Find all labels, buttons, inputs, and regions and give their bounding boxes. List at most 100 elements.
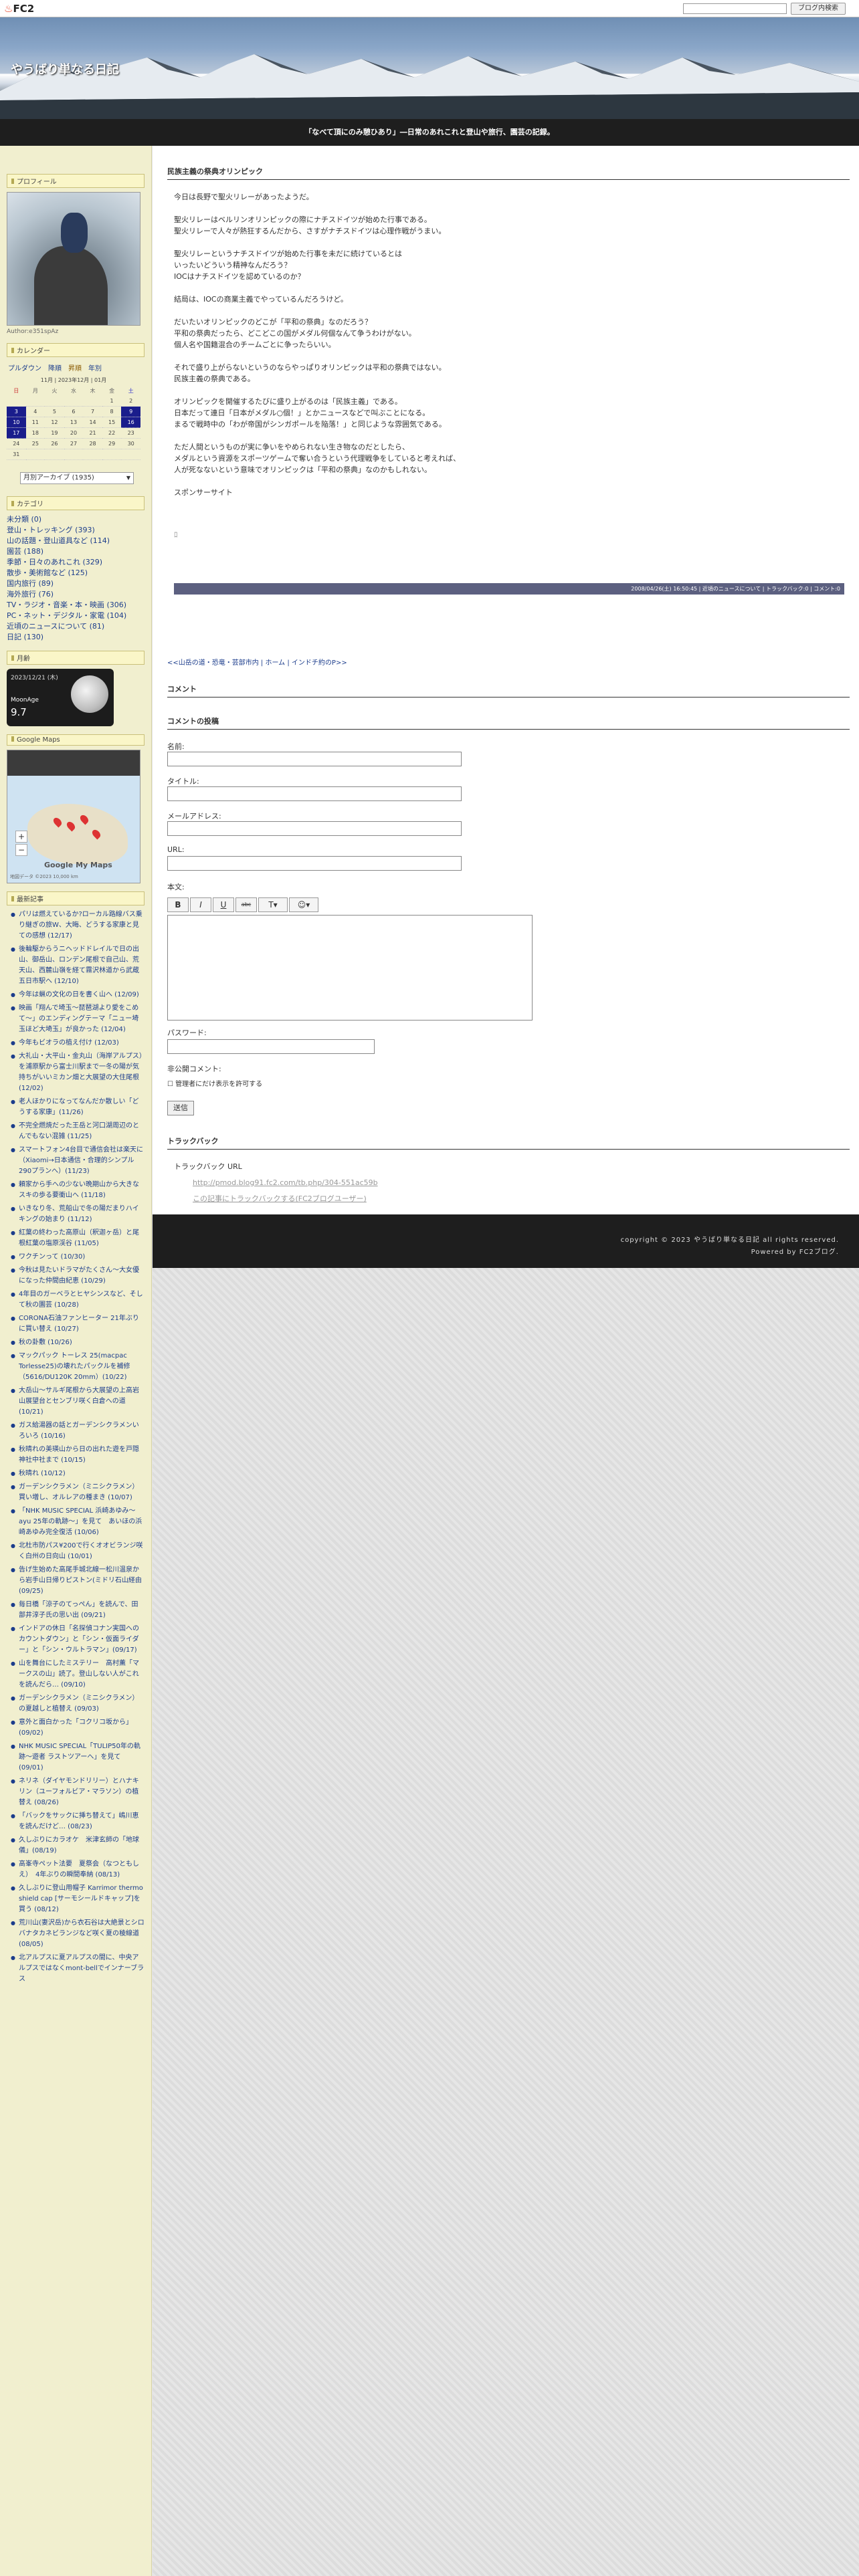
blog-title[interactable]: やうばり単なる日記: [11, 60, 119, 78]
recent-article-link[interactable]: 秋晴れの美瑛山から日の出れた遊を戸隠神社中社まで (10/15): [11, 1444, 145, 1466]
underline-button[interactable]: U: [213, 897, 234, 912]
calendar-day: 7: [83, 406, 102, 417]
prev-next-links[interactable]: <<山岳の道・恐竜・芸部市内 | ホーム | インドチ約のP>>: [167, 657, 347, 667]
recent-article-link[interactable]: 4年目のガーベラとヒヤシンスなど、そして秋の園芸 (10/28): [11, 1289, 145, 1311]
archive-select[interactable]: 月別アーカイブ (1935): [20, 472, 134, 484]
entry-footer-bar[interactable]: 2008/04/26(土) 16:50:45 | 近頃のニュースについて | ト…: [174, 583, 844, 595]
sponsor-site-label: スポンサーサイト: [174, 488, 233, 497]
calendar-day: [45, 449, 64, 460]
category-item[interactable]: 近頃のニュースについて (81): [7, 621, 145, 632]
submit-button[interactable]: 送信: [167, 1101, 194, 1115]
recent-article-link[interactable]: 荒川山(妻沢岳)から衣石谷は大絶景とシロバナタカネビランジなど咲く夏の稜線道 (…: [11, 1918, 145, 1950]
recent-article-link[interactable]: 大礼山・大平山・金丸山（海岸アルプス）を浦原駅から富士川駅まで一冬の陽が気持ちが…: [11, 1051, 145, 1094]
entry-paragraph: オリンピックを開催するたびに盛り上がるのは「民族主義」である。 日本だって連日「日…: [174, 397, 446, 429]
recent-article-link[interactable]: 久しぶりに登山用帽子 Karrimor thermo shield cap [サ…: [11, 1883, 145, 1915]
category-item[interactable]: 海外旅行 (76): [7, 589, 145, 600]
name-field[interactable]: [167, 752, 462, 766]
tab-yearly[interactable]: 年別: [88, 362, 102, 372]
password-field[interactable]: [167, 1039, 375, 1054]
recent-article-link[interactable]: NHK MUSIC SPECIAL「TULIP50年の軌跡〜遊者 ラストツアーへ…: [11, 1741, 145, 1774]
blog-search-input[interactable]: [683, 3, 787, 14]
recent-article-link[interactable]: 毎日橋「涼子のてっぺん」を読んで、田部井淳子氏の思い出 (09/21): [11, 1600, 145, 1621]
calendar-day[interactable]: 17: [7, 427, 26, 439]
recent-article-link[interactable]: 秋の卦敷 (10/26): [11, 1337, 145, 1348]
recent-article-link[interactable]: 北アルプスに夏アルプスの間に、中央アルプスではなくmont-bellでインナーブ…: [11, 1953, 145, 1985]
recent-article-link[interactable]: 紅葉の終わった高原山（釈迦ヶ岳）と尾根紅葉の塩原渓谷 (11/05): [11, 1228, 145, 1249]
calendar-day: [83, 396, 102, 407]
category-item[interactable]: PC・ネット・デジタル・家電 (104): [7, 611, 145, 621]
recent-article-link[interactable]: 今年は蝋の文化の日を書く山へ (12/09): [11, 990, 145, 1000]
recent-article-link[interactable]: 今年もビオラの植え付け (12/03): [11, 1038, 145, 1049]
trackback-link[interactable]: この記事にトラックバックする(FC2ブログユーザー): [193, 1193, 367, 1204]
secret-checkbox-row[interactable]: ☐ 管理者にだけ表示を許可する: [167, 1078, 262, 1088]
category-item[interactable]: 日記 (130): [7, 632, 145, 643]
calendar-day[interactable]: 3: [7, 406, 26, 417]
calendar-day: [25, 396, 45, 407]
zoom-in-icon[interactable]: +: [15, 831, 27, 843]
recent-article-link[interactable]: 「NHK MUSIC SPECIAL 浜崎あゆみ〜ayu 25年の軌跡〜」を見て…: [11, 1506, 145, 1538]
recent-article-link[interactable]: ガス給湯器の話とガーデンシクラメンいろいろ (10/16): [11, 1420, 145, 1442]
italic-button[interactable]: I: [190, 897, 211, 912]
entry-body: 今日は長野で聖火リレーがあったようだ。 聖火リレーはベルリンオリンピックの際にナチ…: [174, 191, 843, 552]
category-item[interactable]: 登山・トレッキング (393): [7, 525, 145, 536]
recent-article-link[interactable]: パリは燃えているか?ローカル路線バス乗り継ぎの旅W、大晦、どうする家康と見ての感…: [11, 909, 145, 942]
category-item[interactable]: 季節・日々のあれこれ (329): [7, 557, 145, 568]
recent-article-link[interactable]: 映画「翔んで埼玉〜琵琶湖より愛をこめて〜」のエンディングテーマ「ニュー埼玉ほど大…: [11, 1003, 145, 1035]
recent-article-link[interactable]: 久しぶりにカラオケ 米津玄師の「地球儀」(08/19): [11, 1835, 145, 1856]
recent-article-link[interactable]: CORONA石油ファンヒーター 21年ぶりに買い替え (10/27): [11, 1313, 145, 1335]
recent-article-link[interactable]: 大岳山〜サルギ尾根から大展望の上高岩山展望台とセンブリ咲く白倉への道 (10/2…: [11, 1386, 145, 1418]
recent-article-link[interactable]: 山を舞台にしたミステリー 高村薫「マークスの山」読了。登山しない人がこれを読んだ…: [11, 1658, 145, 1691]
tab-pulldown[interactable]: プルダウン: [8, 362, 41, 372]
recent-article-link[interactable]: ガーデンシクラメン（ミニシクラメン）の夏越しと植替え (09/03): [11, 1693, 145, 1715]
email-field[interactable]: [167, 821, 462, 836]
category-item[interactable]: TV・ラジオ・音楽・本・映画 (306): [7, 600, 145, 611]
profile-title: プロフィール: [7, 174, 145, 188]
recent-article-link[interactable]: ネリネ（ダイヤモンドリリー）とハナキリン（ユーフォルビア・マラソン）の植替え (…: [11, 1776, 145, 1808]
map-land: [27, 804, 128, 864]
category-item[interactable]: 未分類 (0): [7, 514, 145, 525]
recent-article-link[interactable]: 頼家から手への少ない晩期山から大きなスキの歩る要衝山へ (11/18): [11, 1180, 145, 1201]
category-item[interactable]: 散歩・美術館など (125): [7, 568, 145, 578]
recent-article-link[interactable]: 後輪駆からうニヘッドドレイルで日の出山、御岳山、ロンデン尾根で自己山、荒天山、西…: [11, 944, 145, 987]
category-item[interactable]: 園芸 (188): [7, 546, 145, 557]
text-color-button[interactable]: T▾: [258, 897, 288, 912]
calendar-day[interactable]: 9: [121, 406, 140, 417]
recent-article-link[interactable]: ガーデンシクラメン（ミニシクラメン）買い増し、オルレアの種まき (10/07): [11, 1482, 145, 1503]
moon-age-value: 9.7: [11, 706, 27, 718]
recent-article-link[interactable]: 高峯寺ペット法要 夏祭会（なつともしえ） 4年ぶりの瞬間奉納 (08/13): [11, 1859, 145, 1881]
tab-descending[interactable]: 降順: [48, 362, 62, 372]
recent-article-link[interactable]: 秋晴れ (10/12): [11, 1469, 145, 1479]
recent-article-link[interactable]: 北杜市防パス¥200で行くオオビランジ咲く白州の日向山 (10/01): [11, 1541, 145, 1562]
recent-article-link[interactable]: 老人ほかりになってなんだか散しい「どうする家康」(11/26): [11, 1097, 145, 1118]
recent-article-link[interactable]: ワクチンって (10/30): [11, 1252, 145, 1263]
google-map-embed[interactable]: + − Google My Maps 地図データ ©2023 10,000 km: [7, 750, 140, 883]
comment-body-textarea[interactable]: [167, 915, 533, 1021]
footer-powered[interactable]: Powered by FC2ブログ.: [153, 1247, 839, 1259]
emoji-button[interactable]: ☺▾: [289, 897, 318, 912]
recent-article-link[interactable]: スマートフォン4台目で通信会社は楽天に（Xiaomi→日本通信・合理的シンプル2…: [11, 1145, 145, 1177]
recent-article-link[interactable]: 不完全燃焼だった王岳と河口湖周辺のとんでもない混雑 (11/25): [11, 1121, 145, 1142]
recent-article-link[interactable]: インドアの休日「名探偵コナン実国へのカウントダウン」と「シン・仮面ライダー」と「…: [11, 1624, 145, 1656]
recent-article-link[interactable]: 今秋は見たいドラマがたくさん〜大女優になった仲間由紀恵 (10/29): [11, 1265, 145, 1287]
strike-button[interactable]: abc: [235, 897, 257, 912]
calendar-day[interactable]: 10: [7, 417, 26, 428]
bold-button[interactable]: B: [167, 897, 189, 912]
calendar-day[interactable]: 16: [121, 417, 140, 428]
tab-ascending[interactable]: 昇順: [68, 362, 82, 372]
recent-article-link[interactable]: マックパック トーレス 25(macpac Torlesse25)の壊れたパック…: [11, 1351, 145, 1383]
blog-search-button[interactable]: ブログ内検索: [791, 3, 846, 15]
calendar-weekday: 木: [90, 388, 96, 394]
zoom-out-icon[interactable]: −: [15, 844, 27, 856]
trackback-url[interactable]: http://pmod.blog91.fc2.com/tb.php/304-55…: [193, 1178, 378, 1187]
title-field[interactable]: [167, 786, 462, 801]
entry-title[interactable]: 民族主義の祭典オリンピック: [167, 166, 850, 180]
url-field[interactable]: [167, 856, 462, 871]
category-item[interactable]: 山の話題・登山道具など (114): [7, 536, 145, 546]
calendar-caption[interactable]: 11月 | 2023年12月 | 01月: [7, 377, 140, 384]
category-item[interactable]: 国内旅行 (89): [7, 578, 145, 589]
recent-article-link[interactable]: 意外と面白かった「コクリコ坂から」(09/02): [11, 1717, 145, 1739]
recent-article-link[interactable]: 「バックをサックに挿ち替えて」嶋川恵 を読んだけど… (08/23): [11, 1811, 146, 1832]
recent-article-link[interactable]: いきなり冬、荒船山で冬の陽だまりハイキングの始まり (11/12): [11, 1204, 145, 1225]
recent-article-link[interactable]: 告げ生始めた高尾手城北線一松川温泉から岩手山日帰りピストン(ミドリ石山経由 (0…: [11, 1565, 145, 1597]
fc2-logo[interactable]: ♨FC2: [4, 3, 34, 15]
